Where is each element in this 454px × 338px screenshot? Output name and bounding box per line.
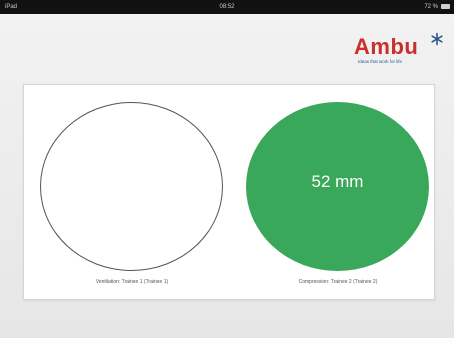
training-panel: 52 mm Ventilation: Trainee 1 (Trainee 1)… (23, 84, 435, 300)
app-screen: Ambu Ideas that work for life 52 mm Vent… (0, 14, 454, 338)
compression-gauge: 52 mm (246, 102, 429, 271)
battery-icon (441, 4, 450, 9)
compression-depth-value: 52 mm (311, 172, 364, 191)
ventilation-gauge (40, 102, 223, 271)
asterisk-star-icon (431, 32, 443, 46)
battery-percent: 72 % (424, 4, 438, 10)
ambu-logo: Ambu Ideas that work for life (354, 32, 444, 74)
status-bar: iPad 08:52 72 % (0, 0, 454, 14)
brand-tagline: Ideas that work for life (358, 59, 403, 64)
brand-name: Ambu (354, 34, 419, 59)
ventilation-label: Ventilation: Trainee 1 (Trainee 1) (95, 279, 169, 285)
clock: 08:52 (219, 4, 235, 10)
compression-label: Compression: Trainee 2 (Trainee 2) (298, 279, 378, 285)
